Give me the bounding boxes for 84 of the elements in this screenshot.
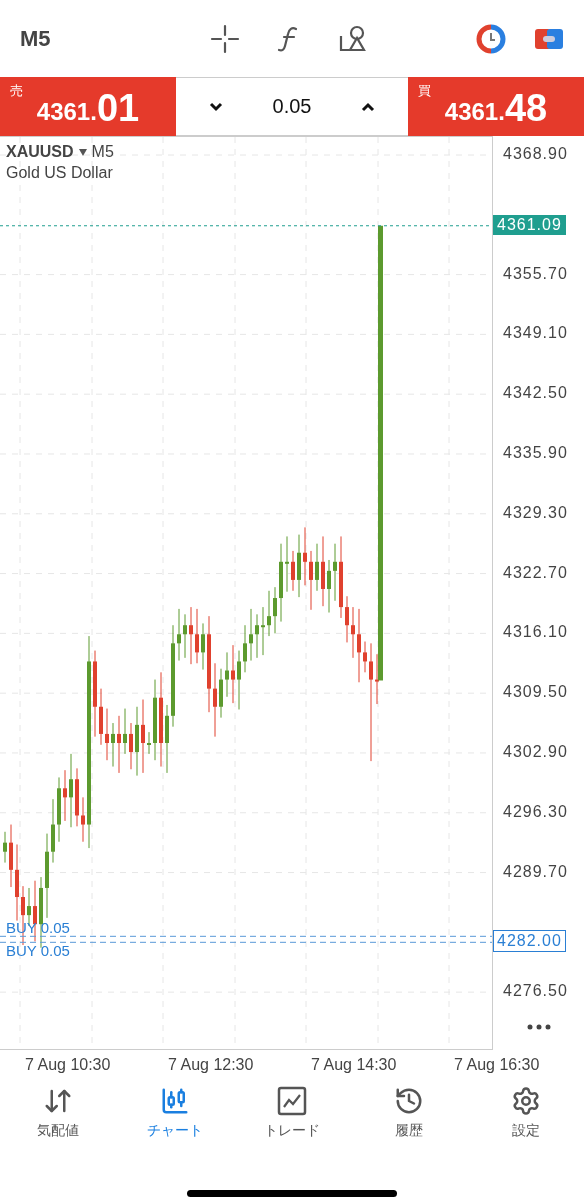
candle [273,586,277,634]
candle [345,595,349,643]
price-tick: 4296.30 [503,802,568,821]
sell-button[interactable]: 売 4361.01 [0,77,176,136]
candle [363,641,367,673]
crosshair-icon[interactable] [210,23,240,54]
candle [243,624,247,673]
candle [237,650,241,710]
more-icon[interactable] [527,1024,551,1030]
time-label: 7 Aug 14:30 [311,1056,397,1074]
symbol-name[interactable]: XAUUSD [6,143,74,161]
candle [81,796,85,843]
candle [261,606,265,656]
price-tick: 4329.30 [503,503,568,522]
nav-tab[interactable]: 履歴 [350,1085,468,1160]
candle [9,824,13,888]
candle [225,651,229,698]
time-label: 7 Aug 16:30 [454,1056,540,1074]
candle [147,731,151,755]
order-label: BUY 0.05 [6,943,70,960]
candle [291,550,295,592]
price-tick: 4342.50 [503,384,568,403]
price-tick: 4276.50 [503,982,568,1001]
candle [321,535,325,607]
candle [51,798,55,864]
line-chart-icon [277,1086,307,1116]
price-tick: 4316.10 [503,623,568,642]
candle [231,644,235,704]
dropdown-caret-icon[interactable] [78,148,87,156]
price-tick: 4335.90 [503,443,568,462]
candle [315,543,319,592]
candle [267,590,271,637]
timeframe-label[interactable]: M5 [20,25,170,52]
candle [219,668,223,719]
candle [123,708,127,755]
candle [3,831,7,864]
candle [177,608,181,662]
price-tick: 4355.70 [503,264,568,283]
candle [111,722,115,768]
candle [99,688,103,746]
settings-icon [510,1086,541,1116]
candle [333,543,337,602]
candle [117,715,121,774]
time-label: 7 Aug 12:30 [168,1056,254,1074]
order-price-tag: 4282.00 [493,930,566,953]
candle [129,722,133,770]
time-label: 7 Aug 10:30 [25,1056,111,1074]
buy-button[interactable]: 買 4361.48 [408,77,584,136]
candle [75,767,79,827]
candle [297,534,301,598]
candle [309,550,313,611]
candle [195,608,199,664]
candle [63,769,67,822]
symbol-timeframe: M5 [91,143,114,161]
candle [201,622,205,671]
price-tick: 4322.70 [503,563,568,582]
nav-tab[interactable]: 気配値 [0,1085,117,1160]
volume-value[interactable]: 0.05 [272,95,312,118]
price-tick: 4368.90 [503,145,568,163]
order-label: BUY 0.05 [6,920,70,937]
price-tick: 4289.70 [503,862,568,881]
nav-tab[interactable]: 設定 [467,1085,584,1160]
candle [285,535,289,593]
candle [189,606,193,665]
candle [183,613,187,659]
symbol-description: Gold US Dollar [6,164,114,182]
price-tick: 4302.90 [503,742,568,761]
price-tick: 4309.50 [503,683,568,702]
candle [105,708,109,761]
price-tick: 4349.10 [503,324,568,343]
candle [165,704,169,774]
candle [57,776,61,843]
candle [303,526,307,586]
nav-tab[interactable]: トレード [233,1085,351,1160]
candle [255,613,259,659]
candle [249,608,253,662]
nav-tab[interactable]: チャート [116,1085,234,1160]
chart-plot[interactable]: XAUUSD M5 Gold US Dollar BUY 0.05 BUY 0.05 [0,136,493,1050]
candle [327,559,331,614]
shapes-icon[interactable] [338,23,368,54]
candle [135,706,139,777]
current-price-tag: 4361.09 [493,214,566,235]
candle [351,606,355,659]
clock-icon[interactable] [476,23,506,54]
